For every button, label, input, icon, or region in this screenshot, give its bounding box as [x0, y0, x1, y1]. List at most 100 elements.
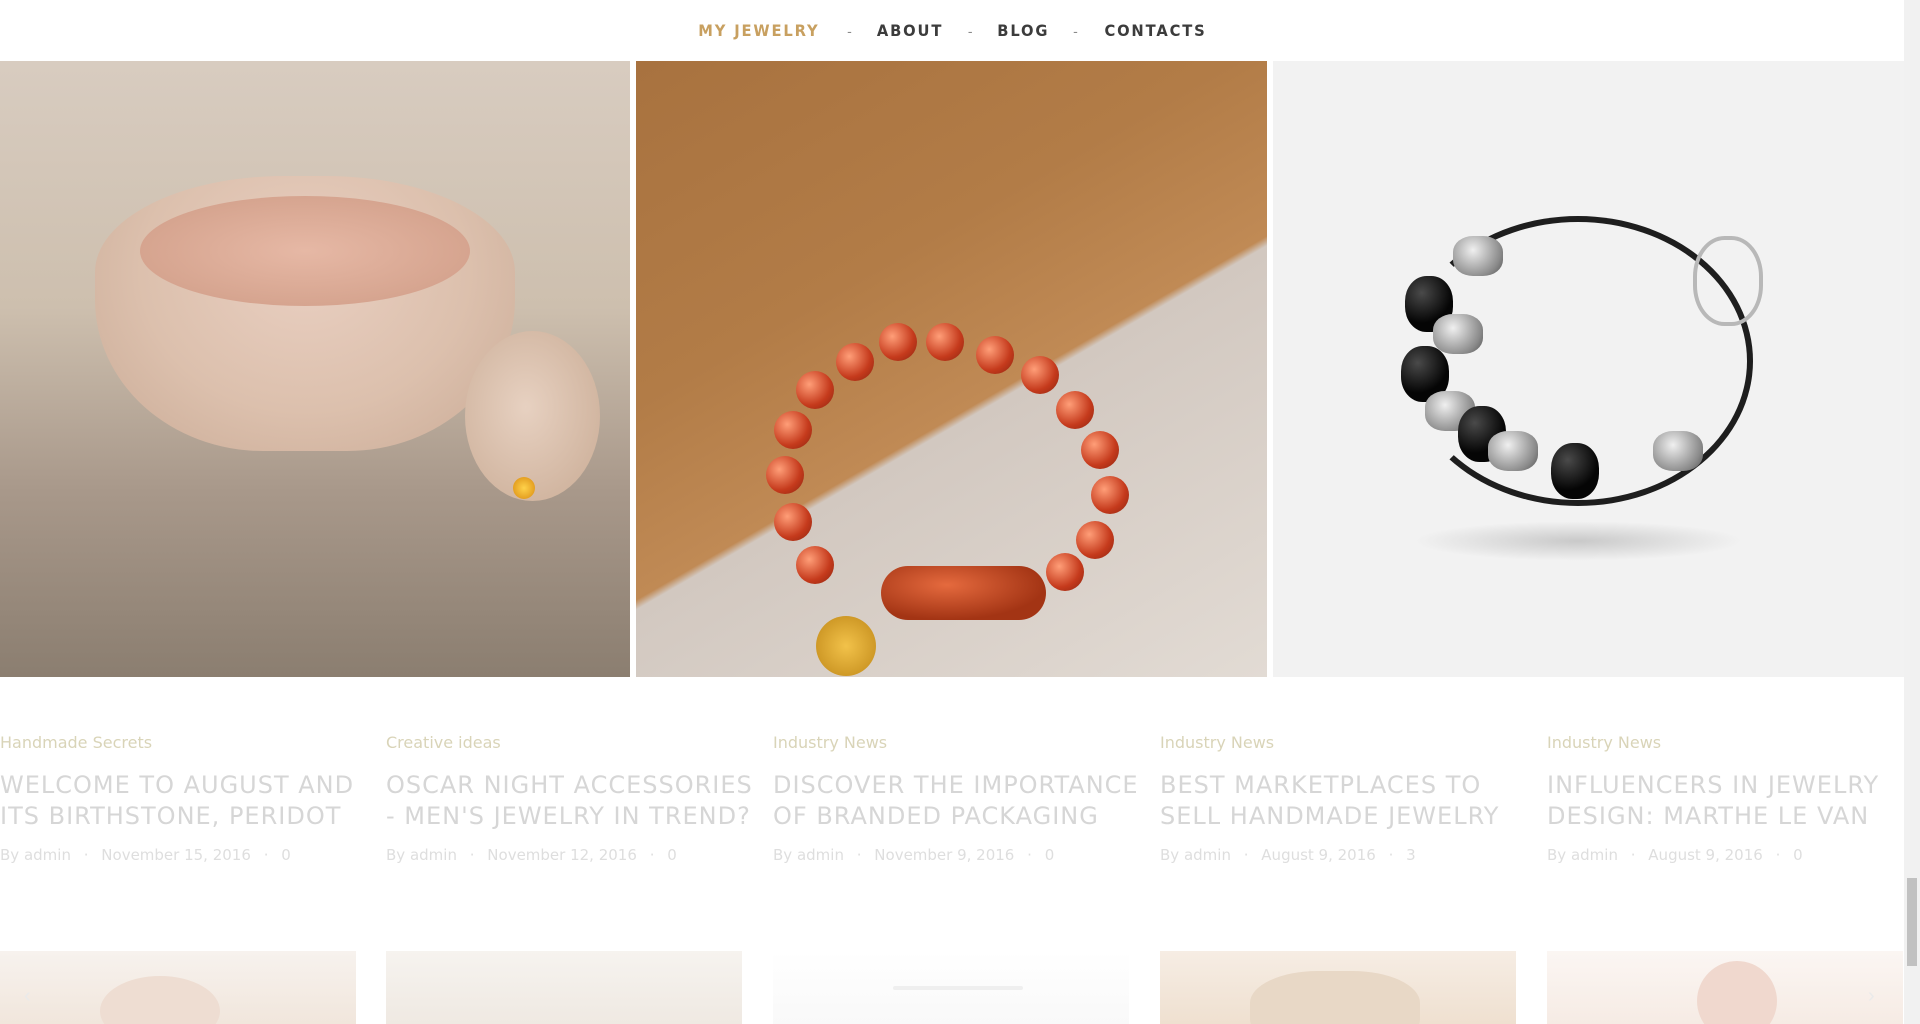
post-date[interactable]: November 9, 2016	[874, 846, 1014, 864]
post-title[interactable]: INFLUENCERS IN JEWELRY DESIGN: MARTHE LE…	[1547, 770, 1920, 832]
post-comments-count[interactable]: 0	[1045, 846, 1055, 864]
post-date[interactable]: November 12, 2016	[487, 846, 637, 864]
post-category[interactable]: Industry News	[773, 733, 1133, 752]
post-title[interactable]: OSCAR NIGHT ACCESSORIES - MEN'S JEWELRY …	[386, 770, 766, 832]
post-thumbnail[interactable]	[1160, 951, 1516, 1024]
post-meta: By admin · August 9, 2016 · 0	[1547, 846, 1907, 864]
meta-dot: ·	[1388, 846, 1394, 864]
nav-item-my-jewelry[interactable]: MY JEWELRY	[699, 21, 820, 40]
post-card: Handmade Secrets WELCOME TO AUGUST AND I…	[0, 733, 360, 864]
post-author[interactable]: admin	[410, 846, 457, 864]
thumbnail-image-shape	[100, 976, 220, 1024]
chevron-left-icon[interactable]: ‹	[24, 985, 31, 1008]
post-author[interactable]: admin	[797, 846, 844, 864]
post-thumbnail[interactable]	[773, 951, 1129, 1024]
bead	[774, 503, 812, 541]
hero-image-cuff-bracelet[interactable]	[0, 61, 630, 677]
bead	[1046, 553, 1084, 591]
nav-separator: -	[967, 22, 973, 39]
post-category[interactable]: Industry News	[1547, 733, 1907, 752]
post-title[interactable]: BEST MARKETPLACES TO SELL HANDMADE JEWEL…	[1160, 770, 1540, 832]
nav-separator: -	[1073, 22, 1078, 39]
hero-image-black-bracelet[interactable]	[1273, 61, 1904, 677]
silver-bead	[1453, 236, 1503, 276]
chevron-right-icon[interactable]: ›	[1868, 985, 1875, 1008]
post-card: Industry News BEST MARKETPLACES TO SELL …	[1160, 733, 1520, 864]
post-author[interactable]: admin	[1571, 846, 1618, 864]
nav-item-about[interactable]: ABOUT	[877, 21, 943, 40]
gold-charm	[816, 616, 876, 676]
silver-bead	[1488, 431, 1538, 471]
nav-item-contacts[interactable]: CONTACTS	[1104, 21, 1206, 40]
post-comments-count[interactable]: 0	[1793, 846, 1803, 864]
vertical-scrollbar[interactable]	[1904, 0, 1920, 1024]
main-nav: MY JEWELRY - ABOUT - BLOG - CONTACTS	[0, 0, 1904, 61]
post-author[interactable]: admin	[24, 846, 71, 864]
post-comments-count[interactable]: 3	[1406, 846, 1416, 864]
bead	[796, 371, 834, 409]
meta-dot: ·	[469, 846, 475, 864]
post-card: Industry News INFLUENCERS IN JEWELRY DES…	[1547, 733, 1907, 864]
meta-dot: ·	[1630, 846, 1636, 864]
bead	[1091, 476, 1129, 514]
meta-dot: ·	[263, 846, 269, 864]
bracelet-shadow	[1413, 521, 1743, 561]
thumbnail-image-shape	[1250, 971, 1420, 1024]
bead	[774, 411, 812, 449]
post-title[interactable]: WELCOME TO AUGUST AND ITS BIRTHSTONE, PE…	[0, 770, 380, 832]
post-comments-count[interactable]: 0	[281, 846, 291, 864]
silver-clasp	[1693, 236, 1763, 326]
barrel-bead	[881, 566, 1046, 620]
post-thumbnail[interactable]	[1547, 951, 1903, 1024]
bead	[1081, 431, 1119, 469]
post-date[interactable]: August 9, 2016	[1261, 846, 1376, 864]
ring-shape	[465, 331, 600, 501]
post-by: By	[0, 846, 20, 864]
silver-bead	[1433, 314, 1483, 354]
post-meta: By admin · November 15, 2016 · 0	[0, 846, 360, 864]
bead	[879, 323, 917, 361]
post-author[interactable]: admin	[1184, 846, 1231, 864]
meta-dot: ·	[1243, 846, 1249, 864]
post-comments-count[interactable]: 0	[667, 846, 677, 864]
hero-image-bead-bracelet[interactable]	[636, 61, 1267, 677]
post-by: By	[386, 846, 406, 864]
meta-dot: ·	[1027, 846, 1032, 864]
thumbnail-image-shape	[893, 986, 1023, 990]
meta-dot: ·	[649, 846, 655, 864]
post-category[interactable]: Handmade Secrets	[0, 733, 360, 752]
blog-posts-row: Handmade Secrets WELCOME TO AUGUST AND I…	[0, 733, 1904, 864]
meta-dot: ·	[1775, 846, 1781, 864]
post-card: Creative ideas OSCAR NIGHT ACCESSORIES -…	[386, 733, 752, 864]
ring-gem-shape	[513, 477, 535, 499]
bead	[1076, 521, 1114, 559]
scrollbar-thumb[interactable]	[1907, 878, 1917, 966]
post-date[interactable]: November 15, 2016	[101, 846, 251, 864]
thumbnail-image-shape	[1697, 961, 1777, 1024]
hero-gallery	[0, 61, 1904, 677]
cuff-inner-shape	[140, 196, 470, 306]
post-card: Industry News DISCOVER THE IMPORTANCE OF…	[773, 733, 1138, 864]
bead	[1056, 391, 1094, 429]
bead	[926, 323, 964, 361]
post-meta: By admin · August 9, 2016 · 3	[1160, 846, 1520, 864]
post-meta: By admin · November 12, 2016 · 0	[386, 846, 746, 864]
silver-bead	[1653, 431, 1703, 471]
bead	[796, 546, 834, 584]
post-thumbnail[interactable]	[386, 951, 742, 1024]
meta-dot: ·	[83, 846, 89, 864]
post-date[interactable]: August 9, 2016	[1648, 846, 1763, 864]
bead	[766, 456, 804, 494]
post-title[interactable]: DISCOVER THE IMPORTANCE OF BRANDED PACKA…	[773, 770, 1153, 832]
bead	[976, 336, 1014, 374]
post-thumbnail[interactable]	[0, 951, 356, 1024]
nav-separator: -	[847, 22, 852, 39]
bead	[1021, 356, 1059, 394]
post-by: By	[1160, 846, 1180, 864]
black-crystal-bead	[1551, 443, 1599, 499]
post-category[interactable]: Creative ideas	[386, 733, 746, 752]
post-category[interactable]: Industry News	[1160, 733, 1520, 752]
nav-item-blog[interactable]: BLOG	[997, 21, 1049, 40]
post-by: By	[773, 846, 793, 864]
bead	[836, 343, 874, 381]
